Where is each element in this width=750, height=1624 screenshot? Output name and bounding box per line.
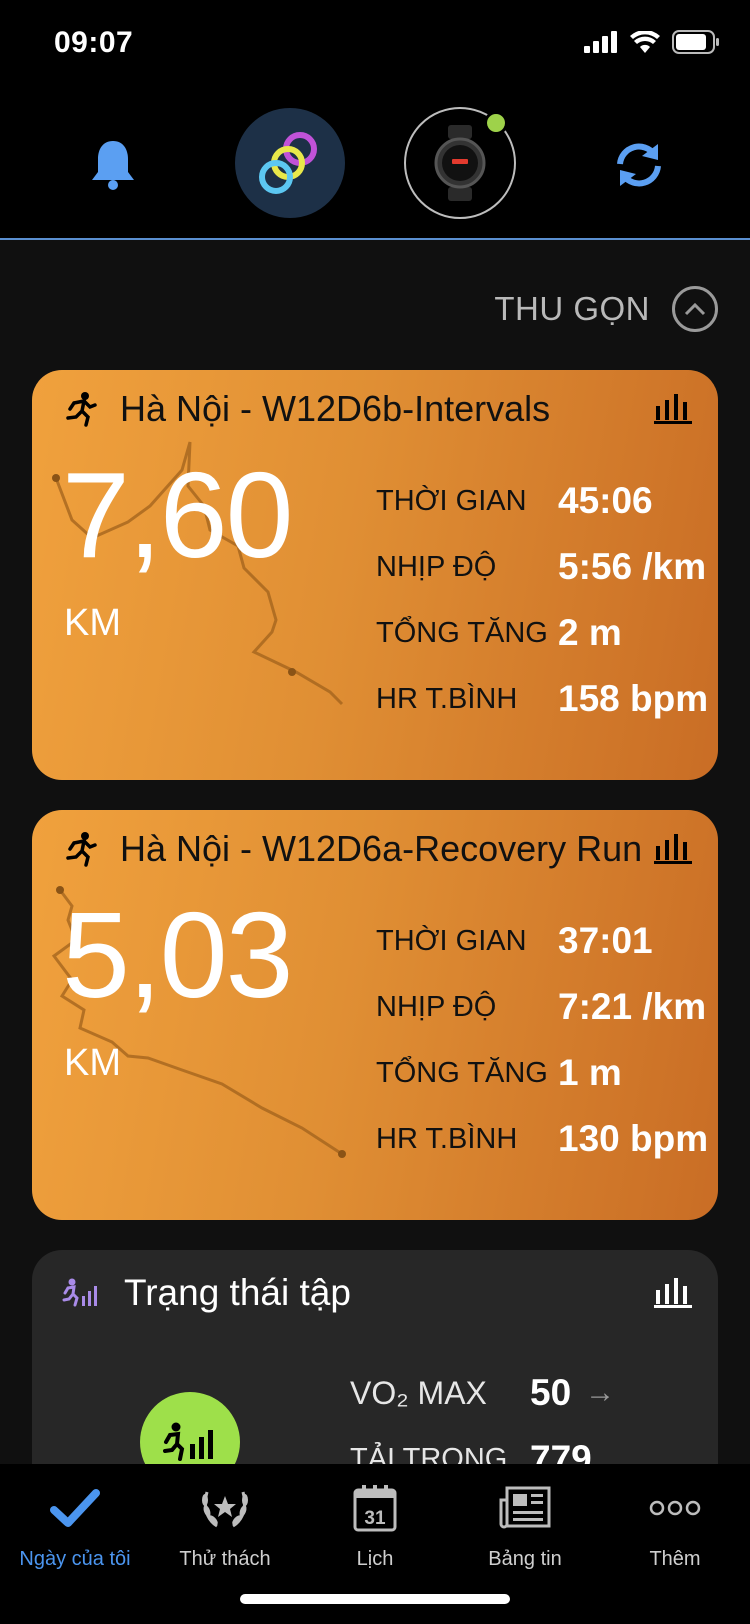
training-status-title: Trạng thái tập (124, 1272, 351, 1313)
activity-card[interactable]: Hà Nội - W12D6a-Recovery Run 5,03 KM THỜ… (32, 810, 718, 1220)
calendar-day: 31 (364, 1508, 386, 1529)
status-bar: 09:07 (0, 0, 750, 92)
stat-value: 37:01 (558, 920, 653, 961)
bar-chart-icon[interactable] (654, 834, 692, 864)
tab-label: Lịch (356, 1548, 394, 1570)
chevron-up-icon (672, 286, 718, 332)
activity-distance: 7,60 (62, 447, 293, 583)
activity-stats: THỜI GIAN 45:06 NHỊP ĐỘ 5:56 /km TỔNG TĂNG… (376, 468, 718, 732)
stat-value: 1 m (558, 1052, 622, 1093)
collapse-toggle[interactable]: THU GỌN (494, 286, 718, 332)
stat-pace: NHỊP ĐỘ 7:21 /km (376, 974, 718, 1040)
cellular-signal-icon (584, 31, 617, 53)
stat-heart-rate: HR T.BÌNH 130 bpm (376, 1106, 718, 1172)
stat-time: THỜI GIAN 45:06 (376, 468, 718, 534)
tab-label: Thêm (649, 1548, 701, 1570)
stat-label: NHỊP ĐỘ (376, 990, 497, 1023)
distance-unit: KM (64, 602, 121, 644)
tab-label: Thử thách (179, 1548, 271, 1570)
sync-button[interactable] (606, 132, 672, 198)
newspaper-icon (499, 1486, 551, 1529)
stat-value: 7:21 /km (558, 986, 707, 1027)
notifications-button[interactable] (80, 132, 146, 198)
tab-my-day[interactable]: Ngày của tôi (0, 1478, 150, 1571)
stat-value: 45:06 (558, 480, 653, 521)
stat-pace: NHỊP ĐỘ 5:56 /km (376, 534, 718, 600)
distance-unit: KM (64, 1042, 121, 1084)
vo2max-value: 50 (530, 1372, 572, 1413)
stat-value: 2 m (558, 612, 622, 653)
stat-elevation: TỔNG TĂNG 1 m (376, 1040, 718, 1106)
activity-title: Hà Nội - W12D6a-Recovery Run (120, 828, 643, 869)
calendar-icon: 31 (353, 1485, 397, 1532)
tab-challenges[interactable]: Thử thách (150, 1478, 300, 1571)
stat-label: HR T.BÌNH (376, 682, 518, 715)
running-icon (66, 832, 97, 867)
stat-label: NHỊP ĐỘ (376, 550, 497, 583)
stat-value: 158 bpm (558, 678, 709, 719)
activity-distance: 5,03 (62, 887, 293, 1023)
stat-label: THỜI GIAN (376, 924, 527, 957)
stat-value: 130 bpm (558, 1118, 709, 1159)
watch-device-icon (434, 125, 486, 201)
tab-label: Bảng tin (488, 1548, 562, 1570)
stat-elevation: TỔNG TĂNG 2 m (376, 600, 718, 666)
bell-icon (92, 141, 134, 190)
running-icon (66, 392, 97, 427)
more-icon (649, 1500, 701, 1516)
activity-rings-icon (259, 132, 317, 194)
device-connected-dot (484, 111, 508, 135)
vo2max-row[interactable]: VO₂ MAX 50 → (350, 1372, 615, 1414)
stat-label: TỔNG TĂNG (376, 1056, 548, 1089)
battery-icon (672, 30, 719, 54)
collapse-label: THU GỌN (494, 290, 650, 327)
activity-rings-button[interactable] (235, 108, 345, 218)
status-time: 09:07 (54, 26, 134, 59)
activity-card[interactable]: Hà Nội - W12D6b-Intervals 7,60 KM THỜI G… (32, 370, 718, 780)
training-status-icon (62, 1278, 97, 1307)
stat-label: TỔNG TĂNG (376, 616, 548, 649)
home-indicator[interactable] (240, 1594, 510, 1604)
tab-newsfeed[interactable]: Bảng tin (450, 1478, 600, 1571)
system-indicators (584, 30, 720, 54)
bar-chart-icon[interactable] (654, 1278, 692, 1308)
wifi-icon (630, 31, 660, 53)
bar-chart-icon[interactable] (654, 394, 692, 424)
tab-label: Ngày của tôi (19, 1548, 131, 1570)
stat-label: HR T.BÌNH (376, 1122, 518, 1155)
top-nav-bar (0, 92, 750, 240)
check-icon (50, 1489, 100, 1527)
training-status-header: Trạng thái tập (62, 1272, 692, 1314)
laurel-icon (202, 1491, 248, 1528)
activity-stats: THỜI GIAN 37:01 NHỊP ĐỘ 7:21 /km TỔNG TĂNG… (376, 908, 718, 1172)
tab-more[interactable]: Thêm (600, 1478, 750, 1571)
stat-label: THỜI GIAN (376, 484, 527, 517)
stat-value: 5:56 /km (558, 546, 707, 587)
tab-calendar[interactable]: 31 Lịch (300, 1478, 450, 1571)
stat-heart-rate: HR T.BÌNH 158 bpm (376, 666, 718, 732)
vo2max-label: VO₂ MAX (350, 1374, 487, 1411)
activity-title: Hà Nội - W12D6b-Intervals (120, 388, 551, 429)
activity-header: Hà Nội - W12D6b-Intervals (62, 388, 692, 430)
productive-runner-icon (163, 1422, 213, 1461)
stat-time: THỜI GIAN 37:01 (376, 908, 718, 974)
sync-icon (617, 143, 661, 187)
activity-header: Hà Nội - W12D6a-Recovery Run (62, 828, 692, 870)
arrow-right-icon: → (585, 1376, 616, 1409)
device-watch-button[interactable] (404, 107, 516, 219)
